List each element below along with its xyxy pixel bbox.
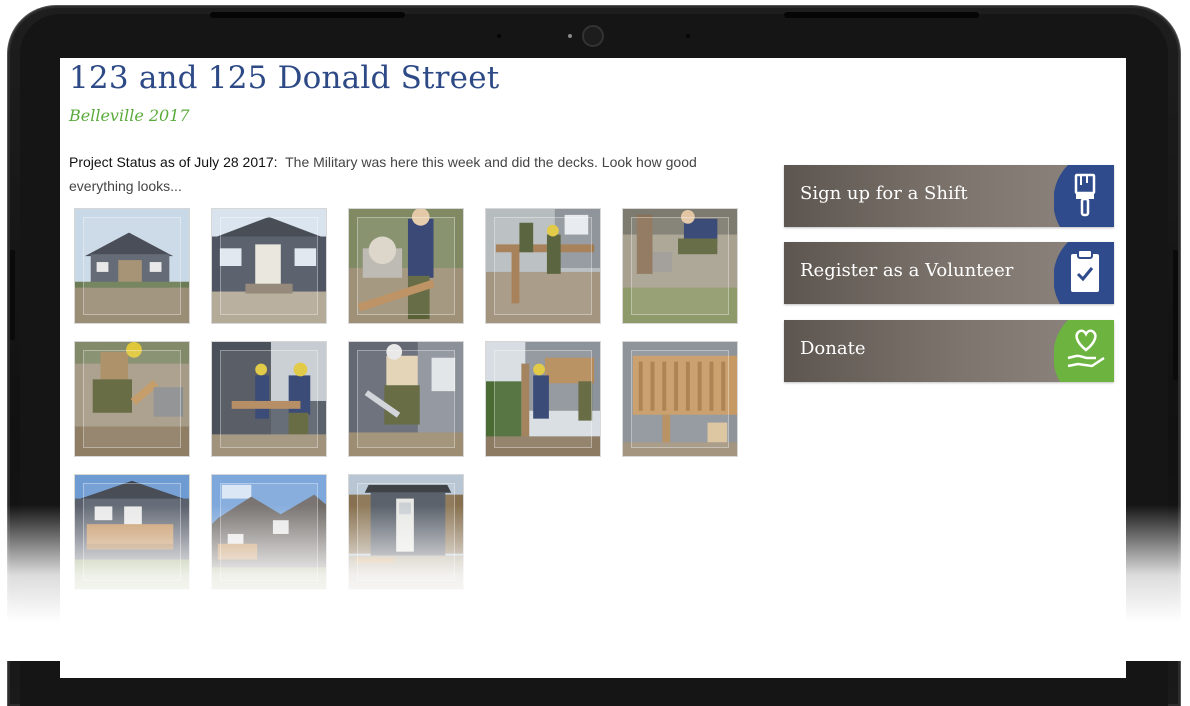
browser-screen: 123 and 125 Donald Street Belleville 201…: [60, 58, 1126, 678]
sensor-dot: [686, 34, 690, 38]
clipboard-check-icon: [1054, 242, 1114, 304]
paintbrush-icon: [1054, 165, 1114, 227]
gallery-photo[interactable]: [485, 208, 601, 324]
project-status: Project Status as of July 28 2017: The M…: [69, 150, 729, 198]
gallery-photo[interactable]: [622, 208, 738, 324]
donate-button[interactable]: Donate: [784, 320, 1114, 382]
sign-up-shift-button[interactable]: Sign up for a Shift: [784, 165, 1114, 227]
gallery-photo[interactable]: [348, 474, 464, 590]
side-button-right: [1173, 250, 1178, 380]
sign-up-shift-label: Sign up for a Shift: [800, 183, 968, 204]
gallery-photo[interactable]: [622, 341, 738, 457]
gallery-photo[interactable]: [348, 208, 464, 324]
gallery-photo[interactable]: [211, 341, 327, 457]
gallery-photo[interactable]: [348, 341, 464, 457]
status-label: Project Status as of July 28 2017:: [69, 154, 278, 170]
donate-label: Donate: [800, 338, 866, 359]
register-volunteer-button[interactable]: Register as a Volunteer: [784, 242, 1114, 304]
gallery-photo[interactable]: [211, 474, 327, 590]
laptop-notch-left: [210, 12, 405, 18]
laptop-notch-right: [784, 12, 979, 18]
register-volunteer-label: Register as a Volunteer: [800, 260, 1014, 281]
gallery-photo[interactable]: [74, 208, 190, 324]
gallery-photo[interactable]: [74, 341, 190, 457]
webcam: [582, 25, 604, 47]
heart-hand-icon: [1054, 320, 1114, 382]
gallery-photo[interactable]: [211, 208, 327, 324]
sensor-light: [568, 34, 572, 38]
gallery-photo[interactable]: [485, 341, 601, 457]
sensor-dot: [497, 34, 501, 38]
side-button-left: [10, 250, 15, 340]
gallery-photo[interactable]: [74, 474, 190, 590]
page-subtitle: Belleville 2017: [69, 106, 190, 125]
page-title: 123 and 125 Donald Street: [69, 60, 500, 96]
